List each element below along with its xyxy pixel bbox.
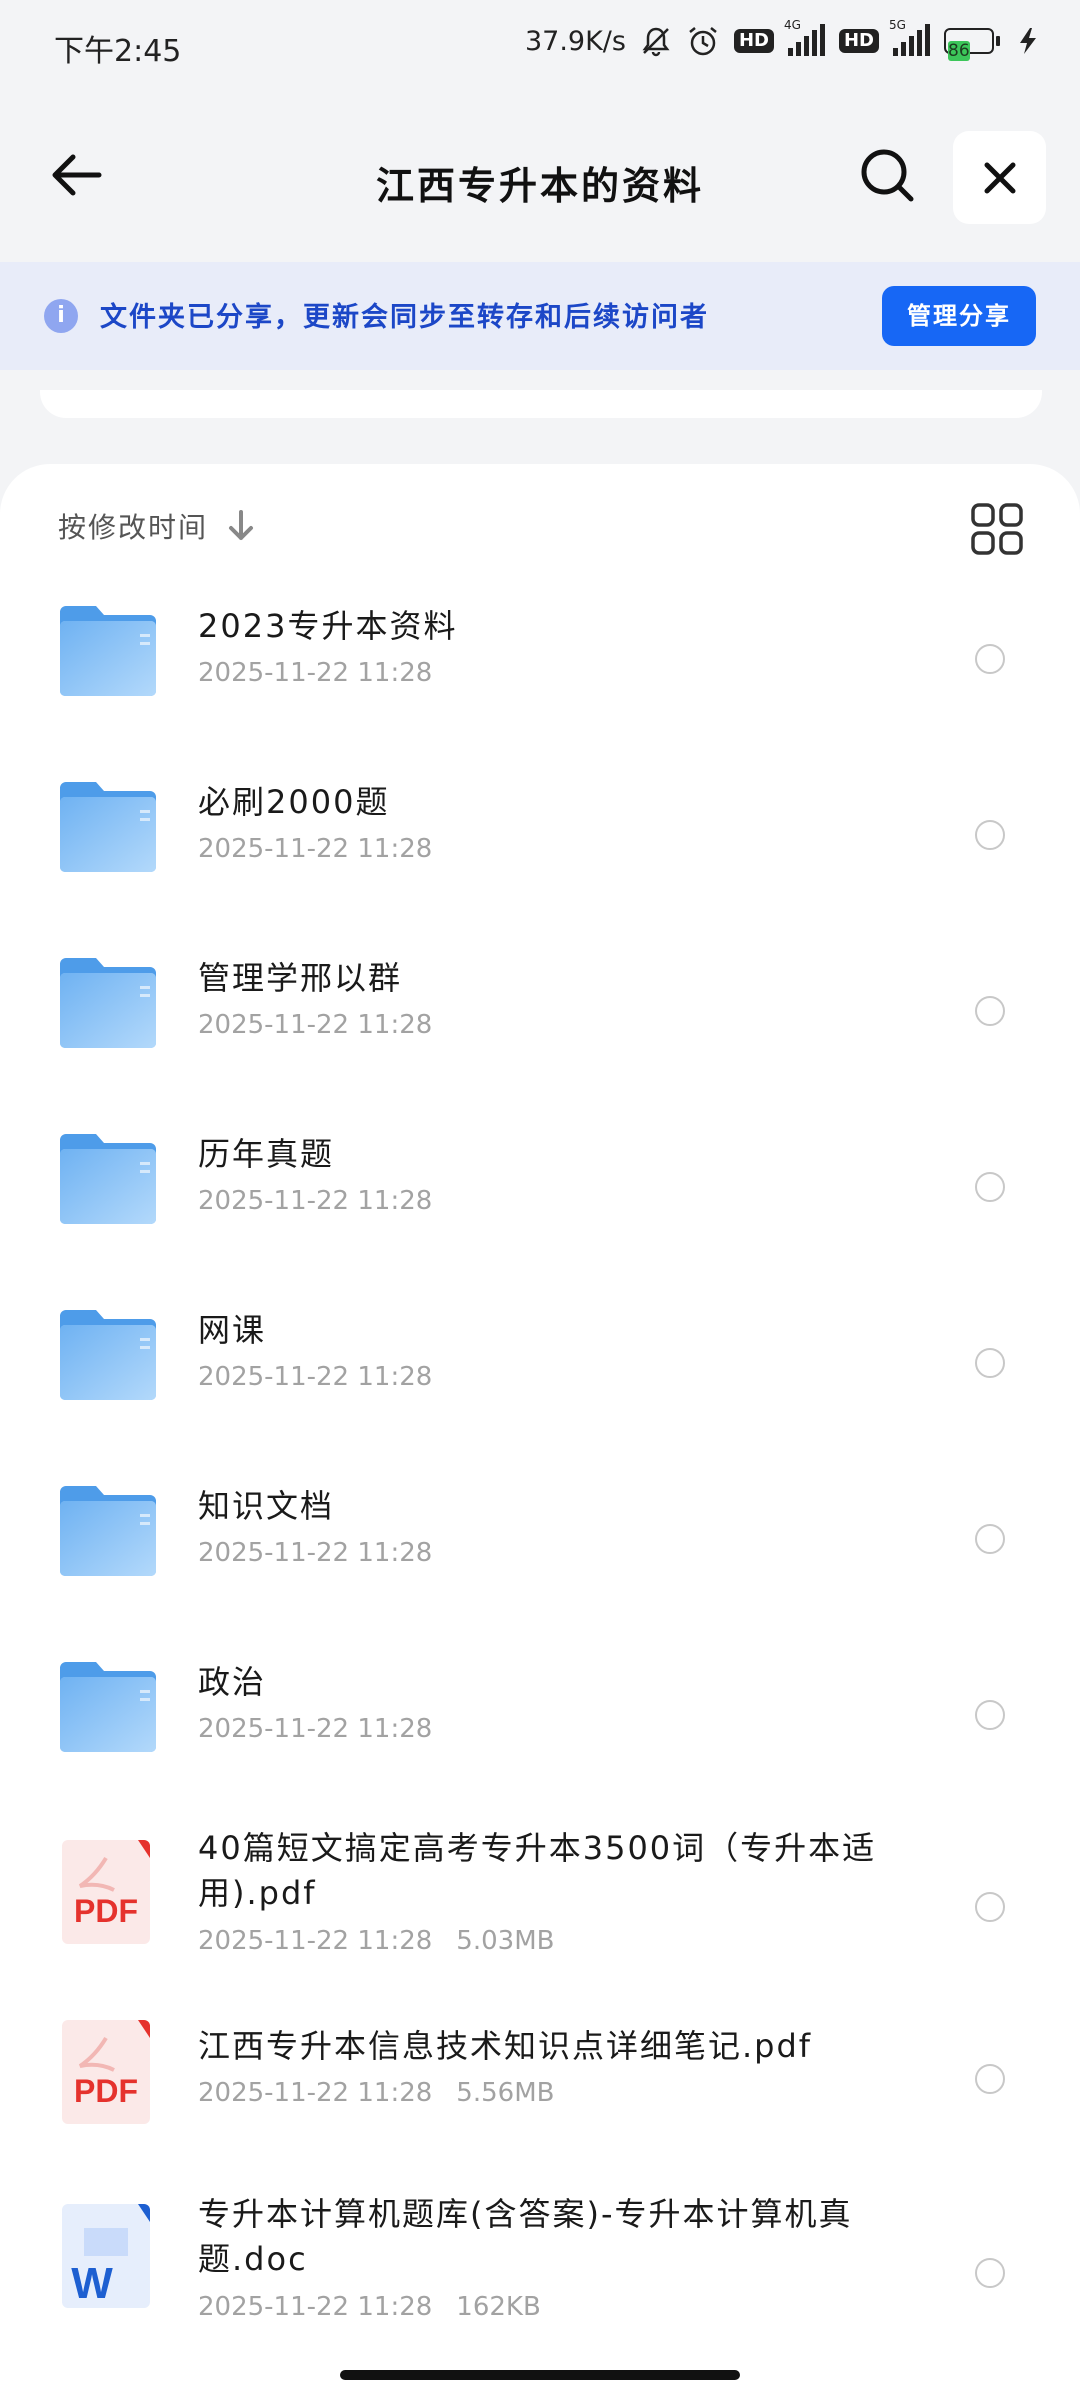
folder-row[interactable]: 2023专升本资料 2025-11-22 11:28 [0,604,1080,774]
signal-strength-icon: 5G [889,18,930,56]
select-checkbox[interactable] [975,1700,1005,1730]
battery-icon: 86 [944,28,1000,61]
select-checkbox[interactable] [975,2064,1005,2094]
item-date: 2025-11-22 11:28 [198,2292,433,2322]
item-name: 历年真题 [198,1135,335,1173]
charging-icon [1014,26,1044,56]
item-size: 5.03MB [456,1926,555,1956]
arrow-down-icon [229,510,254,540]
search-button[interactable] [852,140,922,210]
item-size: 162KB [456,2292,541,2322]
collapsed-card [40,390,1042,418]
item-meta: 2025-11-22 11:28 [198,1538,432,1568]
grid-view-icon [971,503,1023,555]
item-date: 2025-11-22 11:28 [198,834,433,864]
home-indicator[interactable] [340,2370,740,2380]
item-meta: 2025-11-22 11:28 [198,1186,432,1216]
item-date: 2025-11-22 11:28 [198,1362,433,1392]
item-meta: 2025-11-22 11:28 162KB [198,2292,541,2322]
word-file-icon: W [58,2200,154,2316]
item-meta: 2025-11-22 11:28 [198,1714,432,1744]
item-name: 管理学邢以群 [198,959,403,997]
file-row[interactable]: PDF 40篇短文搞定高考专升本3500词（专升本适用).pdf 2025-11-2… [0,1826,1080,2026]
select-checkbox[interactable] [975,1172,1005,1202]
folder-icon [58,1308,158,1406]
battery-level: 86 [948,41,970,61]
item-name: 必刷2000题 [198,783,390,821]
file-list-panel: 按修改时间 2023专升本资料 2025-11-22 11:28 必刷2000题 20… [0,464,1080,2400]
sort-selector[interactable]: 按修改时间 [58,506,256,546]
status-time: 下午2:45 [54,34,182,69]
folder-icon [58,1484,158,1582]
item-date: 2025-11-22 11:28 [198,2078,433,2108]
grid-view-toggle[interactable] [970,502,1024,556]
svg-text:PDF: PDF [74,2073,138,2109]
item-meta: 2025-11-22 11:28 [198,658,432,688]
network-speed: 37.9K/s [524,25,626,57]
item-name: 网课 [198,1311,267,1349]
folder-icon [58,1132,158,1230]
item-date: 2025-11-22 11:28 [198,1714,433,1744]
item-name: 知识文档 [198,1487,335,1525]
select-checkbox[interactable] [975,2258,1005,2288]
header: 江西专升本的资料 [0,95,1080,260]
item-meta: 2025-11-22 11:28 [198,1362,432,1392]
hd-badge: HD [838,29,879,53]
folder-row[interactable]: 知识文档 2025-11-22 11:28 [0,1484,1080,1654]
folder-row[interactable]: 必刷2000题 2025-11-22 11:28 [0,780,1080,950]
folder-icon [58,956,158,1054]
item-date: 2025-11-22 11:28 [198,658,433,688]
svg-text:W: W [71,2259,113,2308]
folder-row[interactable]: 历年真题 2025-11-22 11:28 [0,1132,1080,1302]
network-type-label: 4G [783,18,801,32]
folder-row[interactable]: 网课 2025-11-22 11:28 [0,1308,1080,1478]
select-checkbox[interactable] [975,1348,1005,1378]
select-checkbox[interactable] [975,644,1005,674]
item-meta: 2025-11-22 11:28 5.56MB [198,2078,554,2108]
item-meta: 2025-11-22 11:28 [198,1010,432,1040]
share-notice-text: 文件夹已分享，更新会同步至转存和后续访问者 [100,302,709,333]
close-button[interactable] [953,131,1046,224]
item-date: 2025-11-22 11:28 [198,1010,433,1040]
item-meta: 2025-11-22 11:28 5.03MB [198,1926,554,1956]
item-name: 专升本计算机题库(含答案)-专升本计算机真题.doc [198,2195,853,2278]
search-icon [861,149,914,202]
svg-text:PDF: PDF [74,1893,138,1929]
item-date: 2025-11-22 11:28 [198,1538,433,1568]
select-checkbox[interactable] [975,996,1005,1026]
folder-icon [58,604,158,702]
folder-icon [58,1660,158,1758]
folder-row[interactable]: 政治 2025-11-22 11:28 [0,1660,1080,1830]
select-checkbox[interactable] [975,820,1005,850]
status-bar: 下午2:45 37.9K/s HD 4G HD 5G 86 [0,0,1080,95]
item-name: 2023专升本资料 [198,607,458,645]
close-icon [984,162,1015,193]
folder-row[interactable]: 管理学邢以群 2025-11-22 11:28 [0,956,1080,1126]
signal-strength-icon: 4G [784,18,825,56]
item-size: 5.56MB [456,2078,555,2108]
item-name: 江西专升本信息技术知识点详细笔记.pdf [198,2027,813,2065]
status-icons: 37.9K/s HD 4G HD 5G 86 [524,18,1044,61]
pdf-file-icon: PDF [58,1836,154,1952]
share-notice-banner: i 文件夹已分享，更新会同步至转存和后续访问者 管理分享 [0,262,1080,370]
file-row[interactable]: W 专升本计算机题库(含答案)-专升本计算机真题.doc 2025-11-22 11… [0,2192,1080,2392]
item-date: 2025-11-22 11:28 [198,1926,433,1956]
mute-bell-icon [640,25,672,57]
item-name: 政治 [198,1663,267,1701]
network-type-label: 5G [889,18,906,32]
info-icon: i [44,299,78,333]
hd-badge: HD [733,29,774,53]
item-name: 40篇短文搞定高考专升本3500词（专升本适用).pdf [198,1829,877,1912]
item-date: 2025-11-22 11:28 [198,1186,433,1216]
select-checkbox[interactable] [975,1524,1005,1554]
sort-label: 按修改时间 [58,511,209,544]
manage-share-button[interactable]: 管理分享 [882,286,1036,346]
folder-icon [58,780,158,878]
select-checkbox[interactable] [975,1892,1005,1922]
item-meta: 2025-11-22 11:28 [198,834,432,864]
alarm-clock-icon [686,24,720,58]
pdf-file-icon: PDF [58,2016,154,2132]
file-row[interactable]: PDF 江西专升本信息技术知识点详细笔记.pdf 2025-11-22 11:28 5… [0,2020,1080,2194]
